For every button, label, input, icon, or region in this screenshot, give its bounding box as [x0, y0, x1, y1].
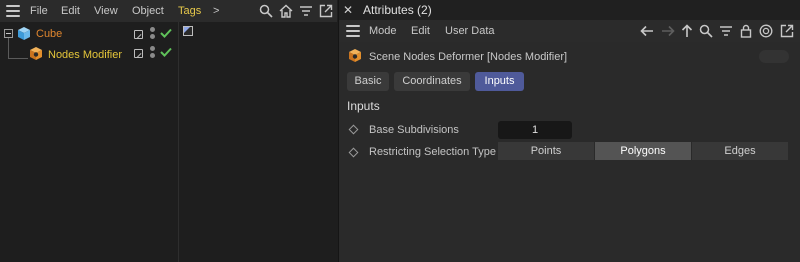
object-tree: Cube Nodes Modifier [0, 22, 178, 262]
base-subdivisions-input[interactable]: 1 [498, 121, 572, 139]
render-visibility-dot[interactable] [150, 34, 155, 39]
object-manager: File Edit View Object Tags > Cube Nodes … [0, 0, 337, 262]
menu-icon[interactable] [346, 25, 360, 37]
home-icon[interactable] [279, 4, 293, 18]
object-manager-menubar: File Edit View Object Tags > [0, 0, 337, 22]
param-label-base-subdivisions: Base Subdivisions [369, 124, 459, 136]
editor-visibility-dot[interactable] [150, 27, 155, 32]
attributes-tab-title[interactable]: Attributes (2) [363, 3, 432, 17]
object-name-nodes-modifier[interactable]: Nodes Modifier [48, 49, 122, 62]
edit-visibility-icon[interactable] [134, 49, 143, 58]
attribute-manager: ✕ Attributes (2) Mode Edit User Data Sce… [338, 0, 800, 262]
menu-view[interactable]: View [94, 4, 118, 18]
nodes-modifier-icon [349, 49, 361, 62]
tab-basic[interactable]: Basic [347, 72, 389, 91]
param-label-restricting-selection-type: Restricting Selection Type [369, 146, 496, 158]
section-title: Inputs [347, 99, 380, 113]
collapse-icon[interactable] [4, 29, 13, 38]
nodes-modifier-icon [30, 47, 42, 60]
menu-file[interactable]: File [30, 4, 48, 18]
attribute-tabbar: ✕ Attributes (2) [339, 0, 800, 20]
tag-icon[interactable] [183, 26, 193, 36]
menu-edit[interactable]: Edit [411, 24, 430, 38]
close-tab-button[interactable]: ✕ [343, 3, 353, 17]
object-name-cube[interactable]: Cube [36, 28, 62, 41]
tags-column [178, 22, 337, 262]
editor-visibility-dot[interactable] [150, 46, 155, 51]
filter-icon[interactable] [299, 4, 313, 18]
object-title: Scene Nodes Deformer [Nodes Modifier] [369, 51, 568, 63]
menu-object[interactable]: Object [132, 4, 164, 18]
target-icon[interactable] [759, 24, 773, 38]
menu-user-data[interactable]: User Data [445, 24, 495, 38]
option-polygons[interactable]: Polygons [595, 142, 692, 160]
tab-coordinates[interactable]: Coordinates [394, 72, 470, 91]
option-edges[interactable]: Edges [692, 142, 788, 160]
search-icon[interactable] [699, 24, 713, 38]
attribute-menubar: Mode Edit User Data [339, 20, 800, 42]
back-arrow-icon[interactable] [640, 24, 654, 38]
tab-inputs[interactable]: Inputs [475, 72, 524, 91]
toggle-pill[interactable] [759, 50, 789, 63]
option-points[interactable]: Points [498, 142, 595, 160]
enabled-check-icon[interactable] [160, 28, 172, 38]
up-arrow-icon[interactable] [680, 24, 694, 38]
menu-icon[interactable] [6, 5, 20, 17]
filter-icon[interactable] [719, 24, 733, 38]
menu-edit[interactable]: Edit [61, 4, 80, 18]
new-window-icon[interactable] [319, 4, 333, 18]
edit-visibility-icon[interactable] [134, 30, 143, 39]
menu-mode[interactable]: Mode [369, 24, 397, 38]
forward-arrow-icon[interactable] [661, 24, 675, 38]
new-window-icon[interactable] [780, 24, 794, 38]
search-icon[interactable] [259, 4, 273, 18]
cube-icon [18, 27, 30, 40]
menu-tags[interactable]: Tags [178, 4, 201, 18]
render-visibility-dot[interactable] [150, 53, 155, 58]
lock-icon[interactable] [739, 24, 753, 38]
enabled-check-icon[interactable] [160, 47, 172, 57]
menu-more[interactable]: > [213, 4, 219, 18]
